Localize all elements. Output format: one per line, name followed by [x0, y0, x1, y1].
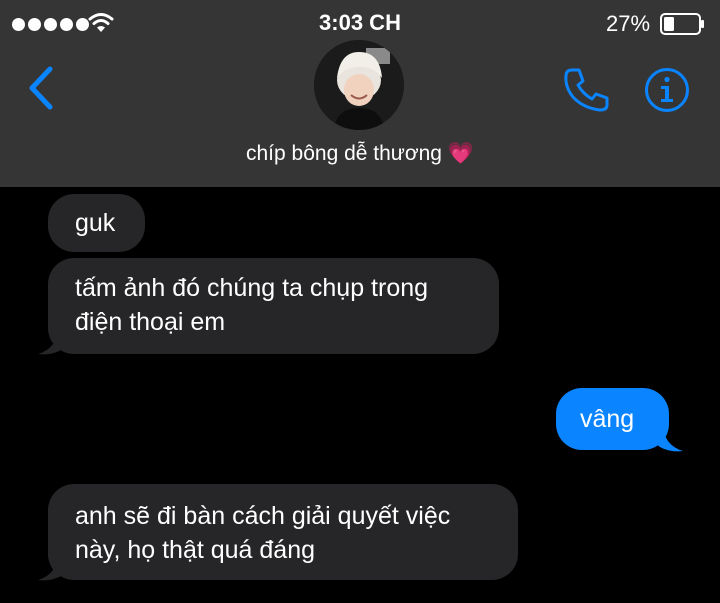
bubble-tail — [38, 326, 66, 355]
message-bubble-received[interactable]: guk — [48, 194, 145, 252]
bubble-tail — [655, 423, 683, 452]
avatar-photo — [314, 40, 404, 130]
message-text: guk — [75, 209, 116, 237]
message-bubble-sent[interactable]: vâng — [556, 388, 669, 450]
contact-name[interactable]: chíp bông dễ thương 💗 — [0, 142, 720, 166]
message-text-line: anh sẽ đi bàn cách giải quyết việc — [75, 502, 451, 530]
message-bubble-received[interactable]: tấm ảnh đó chúng ta chụp trong điện thoạ… — [48, 258, 499, 354]
pink-heart-emoji: 💗 — [447, 142, 474, 165]
contact-name-text: chíp bông dễ thương — [246, 142, 442, 165]
message-bubble-received[interactable]: anh sẽ đi bàn cách giải quyết việc này, … — [48, 484, 518, 580]
message-text-line: tấm ảnh đó chúng ta chụp trong — [75, 274, 429, 302]
message-text-line: này, họ thật quá đáng — [75, 536, 316, 564]
message-text: vâng — [580, 405, 635, 433]
message-text-line: điện thoại em — [75, 308, 226, 336]
battery-icon — [660, 13, 704, 35]
contact-avatar[interactable] — [314, 40, 404, 130]
battery-percent: 27% — [606, 11, 651, 36]
conversation-header: 3:03 CH 27% chíp bông dễ thương 💗 — [0, 0, 720, 187]
bubble-tail — [38, 552, 66, 581]
phone-icon[interactable] — [561, 66, 611, 114]
chevron-left-icon[interactable] — [26, 66, 56, 110]
info-icon[interactable] — [644, 67, 690, 113]
